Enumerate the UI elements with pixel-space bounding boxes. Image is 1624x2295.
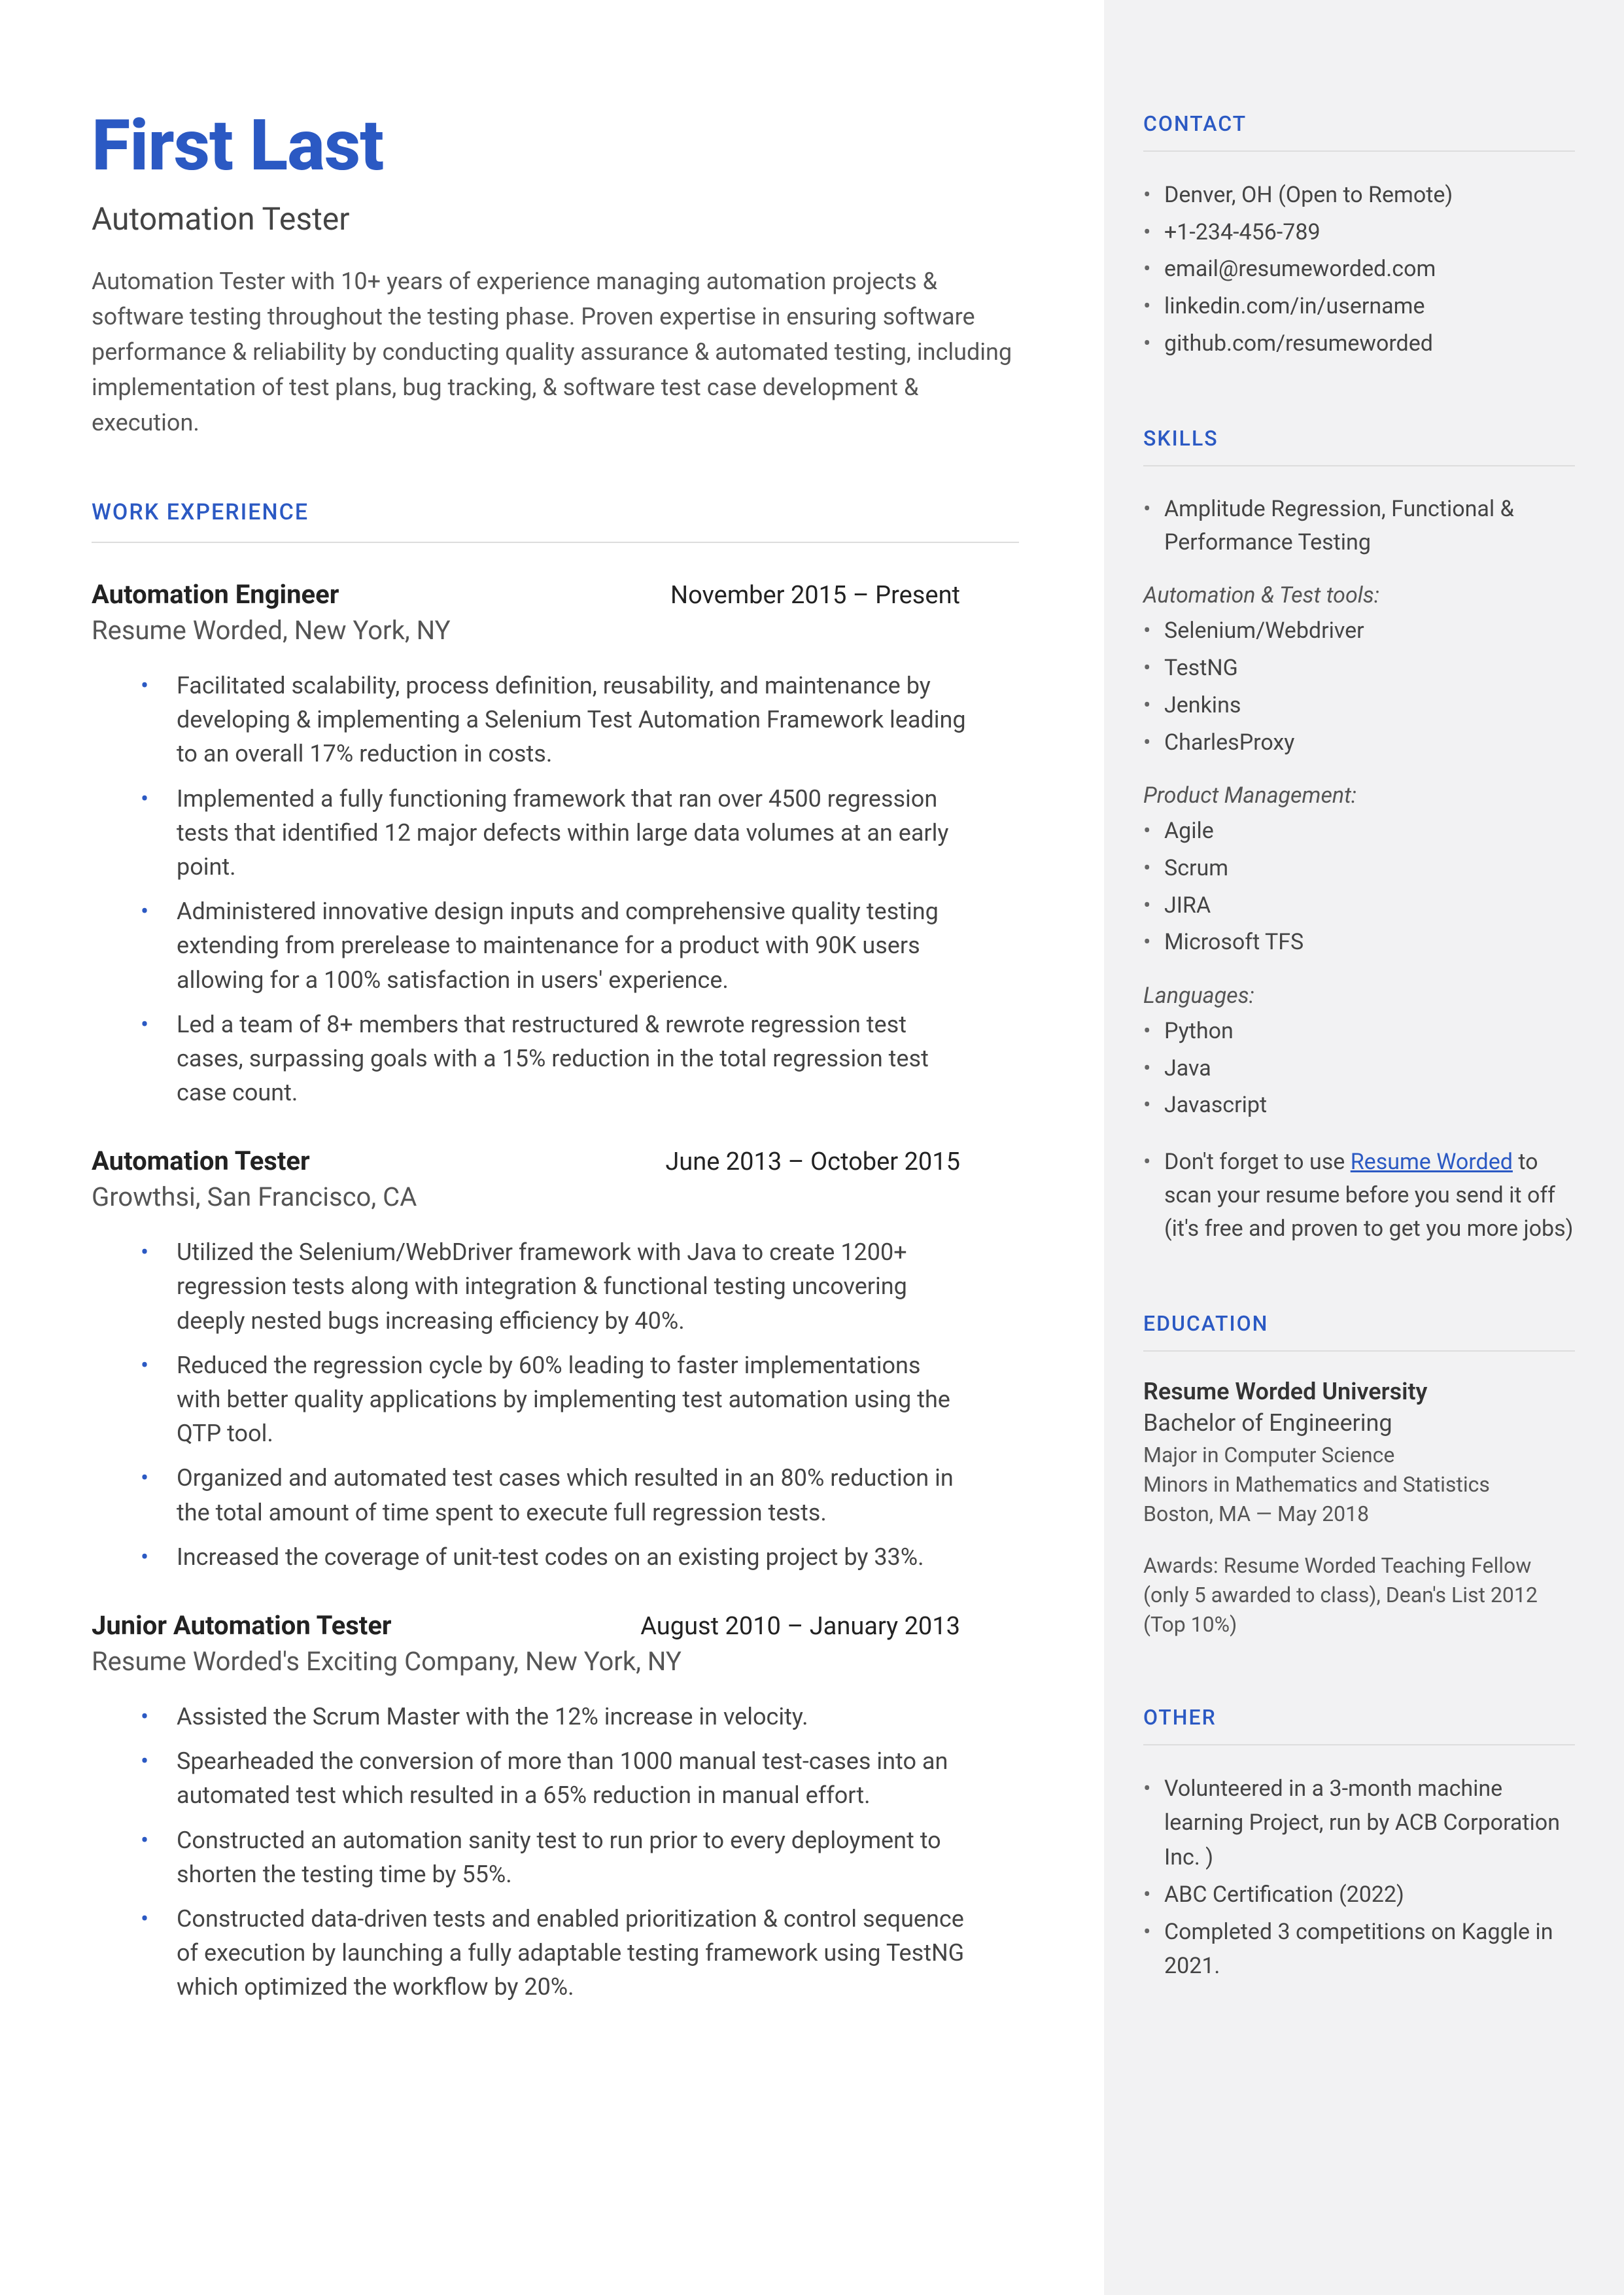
job-bullets: Assisted the Scrum Master with the 12% i… xyxy=(92,1700,1019,2005)
person-name: First Last xyxy=(92,105,1019,187)
skills-lead-text: Amplitude Regression, Functional & Perfo… xyxy=(1143,493,1575,559)
skill-item: Jenkins xyxy=(1143,688,1575,723)
job-entry: Automation Engineer November 2015 – Prese… xyxy=(92,579,1019,1110)
skill-item: TestNG xyxy=(1143,651,1575,686)
contact-item: email@resumeworded.com xyxy=(1143,252,1575,287)
summary-text: Automation Tester with 10+ years of expe… xyxy=(92,264,1019,440)
divider xyxy=(1143,1350,1575,1352)
skill-group-list: Selenium/WebdriverTestNGJenkinsCharlesPr… xyxy=(1143,614,1575,760)
job-bullet: Implemented a fully functioning framewor… xyxy=(177,782,1019,885)
job-bullet: Constructed data-driven tests and enable… xyxy=(177,1902,1019,2005)
skill-group-heading: Automation & Test tools: xyxy=(1143,582,1575,608)
skill-group-heading: Product Management: xyxy=(1143,782,1575,809)
divider xyxy=(1143,1744,1575,1745)
note-pre: Don't forget to use xyxy=(1164,1149,1351,1175)
education-minors: Minors in Mathematics and Statistics xyxy=(1143,1470,1575,1499)
divider xyxy=(92,542,1019,543)
job-bullet: Constructed an automation sanity test to… xyxy=(177,1823,1019,1891)
job-bullet: Assisted the Scrum Master with the 12% i… xyxy=(177,1700,1019,1734)
contact-item: github.com/resumeworded xyxy=(1143,326,1575,361)
skill-item: Scrum xyxy=(1143,851,1575,886)
job-bullets: Utilized the Selenium/WebDriver framewor… xyxy=(92,1235,1019,1574)
skills-section: SKILLS Amplitude Regression, Functional … xyxy=(1143,426,1575,1246)
education-degree: Bachelor of Engineering xyxy=(1143,1409,1575,1437)
skill-item: Java xyxy=(1143,1051,1575,1086)
job-entry: Junior Automation Tester August 2010 – Ja… xyxy=(92,1610,1019,2005)
job-title: Automation Tester xyxy=(92,1146,310,1176)
skill-item: Javascript xyxy=(1143,1088,1575,1123)
education-location: Boston, MA — May 2018 xyxy=(1143,1499,1575,1529)
resume-worded-link[interactable]: Resume Worded xyxy=(1351,1149,1513,1175)
contact-item: +1-234-456-789 xyxy=(1143,215,1575,250)
contact-heading: CONTACT xyxy=(1143,111,1575,136)
other-item: ABC Certification (2022) xyxy=(1143,1878,1575,1912)
education-major: Major in Computer Science xyxy=(1143,1441,1575,1470)
job-entry: Automation Tester June 2013 – October 201… xyxy=(92,1146,1019,1574)
contact-item: linkedin.com/in/username xyxy=(1143,289,1575,324)
job-company: Resume Worded's Exciting Company, New Yo… xyxy=(92,1646,1019,1677)
job-dates: June 2013 – October 2015 xyxy=(665,1148,960,1176)
skill-item: Python xyxy=(1143,1014,1575,1049)
job-bullet: Spearheaded the conversion of more than … xyxy=(177,1744,1019,1812)
other-list: Volunteered in a 3-month machine learnin… xyxy=(1143,1772,1575,1984)
job-company: Resume Worded, New York, NY xyxy=(92,615,1019,646)
job-bullet: Reduced the regression cycle by 60% lead… xyxy=(177,1348,1019,1451)
education-awards: Awards: Resume Worded Teaching Fellow (o… xyxy=(1143,1551,1575,1639)
education-school: Resume Worded University xyxy=(1143,1378,1575,1405)
job-title: Automation Engineer xyxy=(92,579,339,610)
other-section: OTHER Volunteered in a 3-month machine l… xyxy=(1143,1705,1575,1984)
skills-groups: Automation & Test tools: Selenium/Webdriv… xyxy=(1143,582,1575,1123)
skill-group-heading: Languages: xyxy=(1143,983,1575,1009)
skill-item: Microsoft TFS xyxy=(1143,925,1575,960)
skills-note: Don't forget to use Resume Worded to sca… xyxy=(1143,1146,1575,1246)
job-bullet: Led a team of 8+ members that restructur… xyxy=(177,1007,1019,1110)
other-item: Completed 3 competitions on Kaggle in 20… xyxy=(1143,1915,1575,1984)
job-header: Junior Automation Tester August 2010 – Ja… xyxy=(92,1610,1019,1641)
job-title-header: Automation Tester xyxy=(92,200,1019,237)
education-heading: EDUCATION xyxy=(1143,1311,1575,1336)
job-bullet: Facilitated scalability, process definit… xyxy=(177,669,1019,771)
skill-item: JIRA xyxy=(1143,888,1575,923)
education-section: EDUCATION Resume Worded University Bache… xyxy=(1143,1311,1575,1639)
work-experience-heading: WORK EXPERIENCE xyxy=(92,499,1019,525)
other-item: Volunteered in a 3-month machine learnin… xyxy=(1143,1772,1575,1875)
job-dates: November 2015 – Present xyxy=(670,581,960,610)
divider xyxy=(1143,150,1575,152)
skill-item: CharlesProxy xyxy=(1143,726,1575,760)
skill-item: Agile xyxy=(1143,814,1575,849)
job-dates: August 2010 – January 2013 xyxy=(640,1612,960,1641)
skill-item: Selenium/Webdriver xyxy=(1143,614,1575,648)
contact-item: Denver, OH (Open to Remote) xyxy=(1143,178,1575,213)
job-bullet: Utilized the Selenium/WebDriver framewor… xyxy=(177,1235,1019,1338)
skill-group-list: PythonJavaJavascript xyxy=(1143,1014,1575,1123)
divider xyxy=(1143,465,1575,466)
job-header: Automation Engineer November 2015 – Prese… xyxy=(92,579,1019,610)
job-company: Growthsi, San Francisco, CA xyxy=(92,1182,1019,1212)
job-bullet: Organized and automated test cases which… xyxy=(177,1461,1019,1529)
job-title: Junior Automation Tester xyxy=(92,1610,392,1641)
jobs-list: Automation Engineer November 2015 – Prese… xyxy=(92,579,1019,2004)
job-bullet: Increased the coverage of unit-test code… xyxy=(177,1540,1019,1574)
other-heading: OTHER xyxy=(1143,1705,1575,1730)
contact-section: CONTACT Denver, OH (Open to Remote)+1-23… xyxy=(1143,111,1575,360)
job-header: Automation Tester June 2013 – October 201… xyxy=(92,1146,1019,1176)
job-bullets: Facilitated scalability, process definit… xyxy=(92,669,1019,1110)
skills-heading: SKILLS xyxy=(1143,426,1575,451)
main-column: First Last Automation Tester Automation … xyxy=(0,0,1104,2295)
contact-list: Denver, OH (Open to Remote)+1-234-456-78… xyxy=(1143,178,1575,360)
skill-group-list: AgileScrumJIRAMicrosoft TFS xyxy=(1143,814,1575,960)
sidebar-column: CONTACT Denver, OH (Open to Remote)+1-23… xyxy=(1104,0,1624,2295)
job-bullet: Administered innovative design inputs an… xyxy=(177,894,1019,997)
